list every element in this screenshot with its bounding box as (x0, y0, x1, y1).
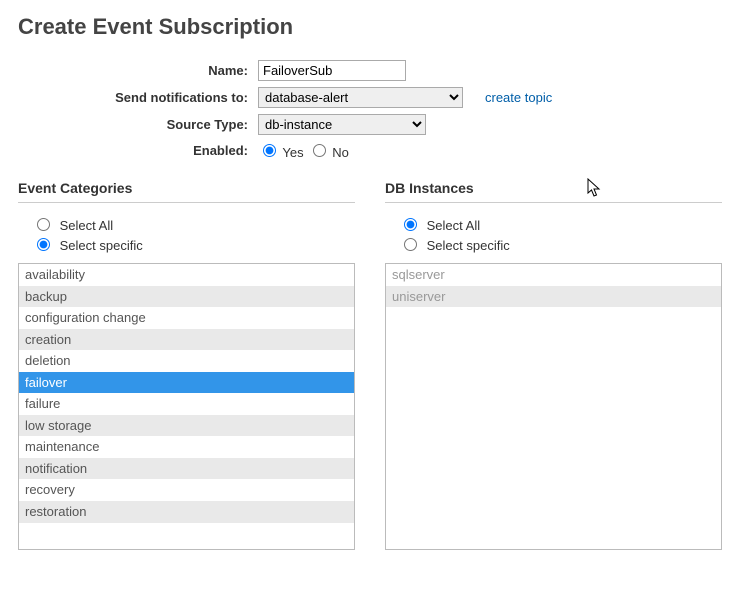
create-topic-link[interactable]: create topic (485, 90, 552, 105)
event-categories-select-all-option[interactable]: Select All (32, 215, 355, 233)
enabled-yes-text: Yes (282, 145, 303, 160)
event-categories-select-specific-radio[interactable] (37, 238, 50, 251)
db-instances-title: DB Instances (385, 180, 722, 203)
event-category-item[interactable]: maintenance (19, 436, 354, 458)
event-category-item[interactable]: availability (19, 264, 354, 286)
source-type-select[interactable]: db-instance (258, 114, 426, 135)
event-category-item[interactable]: notification (19, 458, 354, 480)
send-notifications-select[interactable]: database-alert (258, 87, 463, 108)
db-instances-select-specific-text: Select specific (427, 238, 510, 253)
event-category-item[interactable]: creation (19, 329, 354, 351)
db-instance-item[interactable]: sqlserver (386, 264, 721, 286)
name-input[interactable] (258, 60, 406, 81)
event-categories-select-specific-text: Select specific (60, 238, 143, 253)
enabled-label: Enabled: (18, 143, 248, 158)
event-category-item[interactable]: configuration change (19, 307, 354, 329)
enabled-no-text: No (332, 145, 349, 160)
db-instances-select-all-radio[interactable] (404, 218, 417, 231)
event-category-item[interactable]: recovery (19, 479, 354, 501)
db-instances-select-specific-radio[interactable] (404, 238, 417, 251)
enabled-no-radio[interactable] (313, 144, 326, 157)
db-instances-select-specific-option[interactable]: Select specific (399, 235, 722, 253)
event-category-item[interactable]: deletion (19, 350, 354, 372)
event-categories-select-all-radio[interactable] (37, 218, 50, 231)
event-category-item[interactable]: backup (19, 286, 354, 308)
event-category-item[interactable]: low storage (19, 415, 354, 437)
name-label: Name: (18, 63, 248, 78)
page-title: Create Event Subscription (18, 14, 722, 40)
db-instances-listbox[interactable]: sqlserveruniserver (385, 263, 722, 550)
db-instance-item[interactable]: uniserver (386, 286, 721, 308)
db-instances-select-all-text: Select All (427, 218, 480, 233)
db-instances-select-all-option[interactable]: Select All (399, 215, 722, 233)
event-category-item[interactable]: restoration (19, 501, 354, 523)
event-category-item[interactable]: failover (19, 372, 354, 394)
send-notifications-label: Send notifications to: (18, 90, 248, 105)
event-categories-select-all-text: Select All (60, 218, 113, 233)
enabled-yes-radio[interactable] (263, 144, 276, 157)
event-categories-select-specific-option[interactable]: Select specific (32, 235, 355, 253)
source-type-label: Source Type: (18, 117, 248, 132)
enabled-no-option[interactable]: No (308, 141, 349, 160)
event-category-item[interactable]: failure (19, 393, 354, 415)
enabled-yes-option[interactable]: Yes (258, 141, 304, 160)
event-categories-listbox[interactable]: availabilitybackupconfiguration changecr… (18, 263, 355, 550)
event-categories-title: Event Categories (18, 180, 355, 203)
